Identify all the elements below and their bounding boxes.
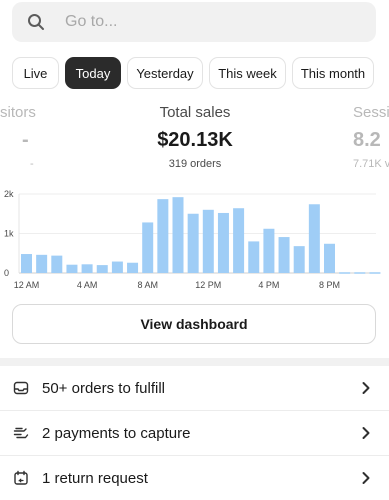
- y-tick-label: 0: [4, 268, 9, 278]
- search-bar[interactable]: Go to...: [12, 2, 376, 42]
- chart-bar: [127, 262, 139, 273]
- metric-total-sales-sub: 319 orders: [168, 158, 222, 170]
- tab-yesterday[interactable]: Yesterday: [127, 57, 203, 89]
- chart-bar: [278, 237, 290, 273]
- search-icon: [28, 14, 44, 30]
- chart-bar: [81, 264, 93, 273]
- chevron-right-icon: [362, 382, 370, 394]
- chevron-right-icon: [362, 427, 370, 439]
- x-tick-label: 4 PM: [258, 280, 279, 290]
- return-icon: [14, 470, 28, 485]
- chart-bar: [248, 241, 260, 273]
- chevron-right-icon: [362, 472, 370, 484]
- search-placeholder: Go to...: [65, 13, 118, 30]
- tab-today[interactable]: Today: [65, 57, 121, 89]
- chart-bar: [293, 246, 305, 273]
- tab-this-week[interactable]: This week: [209, 57, 286, 89]
- return-request-label: 1 return request: [42, 469, 148, 487]
- chart-bar: [263, 228, 275, 273]
- section-divider: [0, 358, 389, 366]
- x-tick-label: 12 PM: [195, 280, 221, 290]
- chart-bar: [142, 222, 154, 273]
- metric-visitors-sub: -: [30, 158, 34, 170]
- y-tick-label: 1k: [4, 229, 14, 239]
- chart-bar: [217, 212, 229, 273]
- metric-sessions-value: 8.2: [353, 129, 381, 151]
- orders-to-fulfill-row[interactable]: 50+ orders to fulfill: [0, 366, 389, 410]
- payments-to-capture-row[interactable]: 2 payments to capture: [0, 411, 389, 455]
- tab-this-month[interactable]: This month: [292, 57, 374, 89]
- chart-bar: [51, 255, 63, 273]
- return-request-row[interactable]: 1 return request: [0, 456, 389, 500]
- metric-total-sales[interactable]: Total sales $20.13K 319 orders: [120, 104, 270, 170]
- payment-icon: [13, 427, 29, 439]
- x-tick-label: 8 PM: [319, 280, 340, 290]
- chart-bar: [202, 209, 214, 273]
- metric-sessions-sub: 7.71K v: [353, 158, 389, 170]
- chart-bar: [308, 204, 320, 273]
- metric-visitors-label: sitors: [0, 104, 36, 121]
- view-dashboard-button[interactable]: View dashboard: [12, 304, 376, 344]
- sales-chart: 0 1k 2k 12 AM 4 AM 8 AM 12 PM 4 PM 8 PM: [4, 189, 381, 290]
- metric-visitors[interactable]: sitors - -: [0, 104, 58, 170]
- y-tick-label: 2k: [4, 189, 14, 199]
- metric-sessions-label: Sessi: [353, 104, 389, 121]
- chart-bar: [111, 261, 123, 273]
- metric-total-sales-label: Total sales: [159, 104, 231, 121]
- chart-bar: [157, 199, 169, 273]
- payments-to-capture-label: 2 payments to capture: [42, 424, 191, 442]
- chart-bar: [36, 254, 48, 273]
- chart-bar: [96, 265, 108, 273]
- metric-visitors-value: -: [22, 129, 29, 151]
- x-tick-label: 4 AM: [77, 280, 98, 290]
- metric-total-sales-value: $20.13K: [157, 129, 233, 151]
- x-tick-label: 8 AM: [137, 280, 158, 290]
- chart-bar: [21, 254, 32, 273]
- chart-bar: [187, 213, 199, 273]
- tab-live[interactable]: Live: [12, 57, 59, 89]
- chart-bar: [233, 208, 245, 273]
- chart-bar: [66, 264, 78, 273]
- inbox-icon: [13, 381, 29, 395]
- chart-bar: [172, 197, 184, 273]
- metric-sessions[interactable]: Sessi 8.2 7.71K v: [353, 104, 389, 170]
- chart-bar: [324, 243, 335, 273]
- orders-to-fulfill-label: 50+ orders to fulfill: [42, 379, 165, 397]
- x-tick-label: 12 AM: [14, 280, 40, 290]
